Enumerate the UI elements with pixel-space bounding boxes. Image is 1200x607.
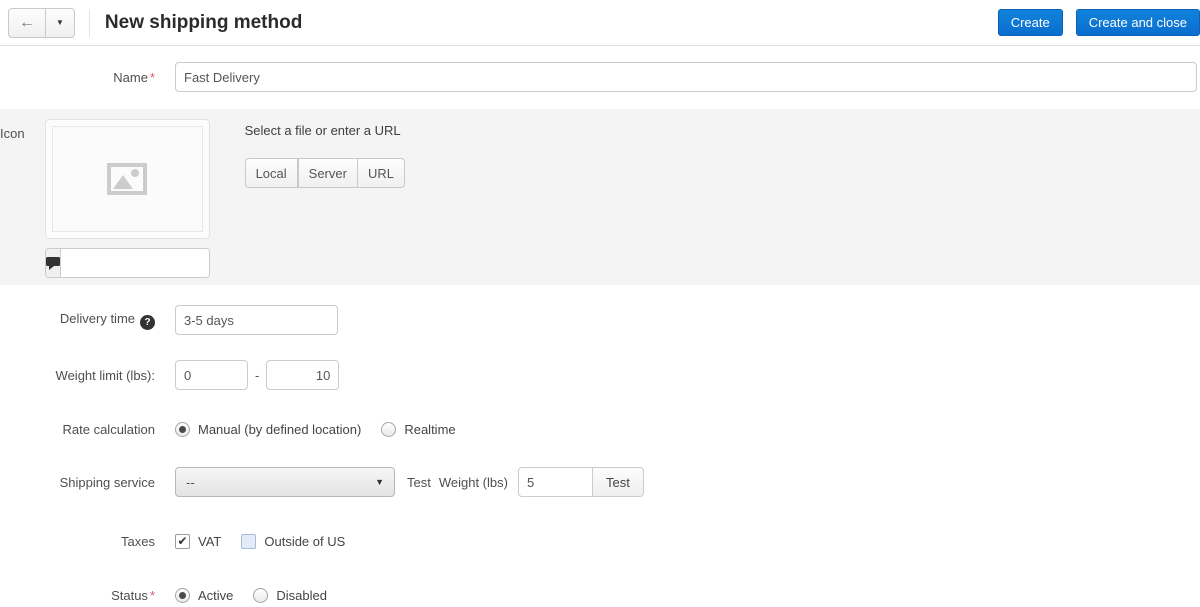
shipping-service-row: Shipping service -- ▼ Test Weight (lbs) … — [0, 467, 1200, 497]
back-button[interactable]: ← — [8, 8, 46, 38]
radio-manual[interactable] — [175, 422, 190, 437]
back-arrow-icon: ← — [19, 15, 35, 31]
top-toolbar: ← ▼ New shipping method Create Create an… — [0, 0, 1200, 46]
rate-calculation-label: Rate calculation — [0, 422, 155, 437]
rate-option-realtime: Realtime — [381, 422, 455, 437]
shipping-service-select[interactable]: -- ▼ — [175, 467, 395, 497]
weight-limit-label: Weight limit (lbs): — [0, 368, 155, 383]
chevron-down-icon: ▼ — [56, 19, 64, 27]
selected-option: -- — [186, 475, 195, 490]
delivery-time-label: Delivery time? — [0, 311, 155, 330]
radio-disabled[interactable] — [253, 588, 268, 603]
icon-alt-text-group — [45, 248, 210, 278]
taxes-row: Taxes ✔ VAT ✔ Outside of US — [0, 534, 1200, 549]
comment-icon — [46, 257, 60, 270]
create-button[interactable]: Create — [998, 9, 1063, 36]
delivery-time-input[interactable] — [175, 305, 338, 335]
radio-realtime[interactable] — [381, 422, 396, 437]
icon-alt-text-input[interactable] — [61, 249, 210, 277]
range-separator: - — [255, 368, 259, 383]
name-field-row: Name* — [0, 46, 1200, 109]
test-weight-label: Weight (lbs) — [439, 475, 508, 490]
tab-local[interactable]: Local — [245, 158, 298, 188]
test-label: Test — [407, 475, 431, 490]
outside-us-checkbox[interactable]: ✔ — [241, 534, 256, 549]
tab-url[interactable]: URL — [358, 158, 405, 188]
back-dropdown-button[interactable]: ▼ — [46, 8, 75, 38]
status-option-disabled: Disabled — [253, 588, 327, 603]
page-title: New shipping method — [105, 12, 302, 34]
test-weight-group: Test — [518, 467, 644, 497]
vat-checkbox[interactable]: ✔ — [175, 534, 190, 549]
radio-active[interactable] — [175, 588, 190, 603]
weight-max-input[interactable] — [266, 360, 339, 390]
tab-server[interactable]: Server — [298, 158, 358, 188]
create-and-close-button[interactable]: Create and close — [1076, 9, 1200, 36]
uploader-prompt: Select a file or enter a URL — [245, 123, 405, 138]
required-asterisk: * — [150, 588, 155, 603]
test-weight-input[interactable] — [518, 467, 593, 497]
status-row: Status* Active Disabled — [0, 588, 1200, 603]
toolbar-actions: Create Create and close — [985, 9, 1200, 36]
required-asterisk: * — [150, 70, 155, 85]
test-button[interactable]: Test — [593, 467, 644, 497]
tax-option-vat: ✔ VAT — [175, 534, 221, 549]
image-placeholder-icon — [106, 162, 148, 196]
shipping-service-label: Shipping service — [0, 475, 155, 490]
taxes-label: Taxes — [0, 534, 155, 549]
tax-option-outside-us: ✔ Outside of US — [241, 534, 345, 549]
weight-min-input[interactable] — [175, 360, 248, 390]
icon-section: Icon Select a file or enter a — [0, 109, 1200, 285]
name-label: Name* — [0, 70, 155, 85]
rate-calculation-row: Rate calculation Manual (by defined loca… — [0, 422, 1200, 437]
name-input[interactable] — [175, 62, 1197, 92]
delivery-time-row: Delivery time? — [0, 305, 1200, 335]
status-label: Status* — [0, 588, 155, 603]
icon-label: Icon — [0, 119, 25, 285]
help-icon[interactable]: ? — [140, 315, 155, 330]
rate-option-manual: Manual (by defined location) — [175, 422, 361, 437]
select-caret-icon: ▼ — [375, 477, 384, 487]
weight-limit-row: Weight limit (lbs): - — [0, 360, 1200, 390]
back-button-group: ← ▼ — [8, 8, 75, 38]
status-option-active: Active — [175, 588, 233, 603]
uploader-source-tabs: Local Server URL — [245, 158, 405, 188]
toolbar-divider — [89, 9, 90, 37]
icon-upload-dropzone[interactable] — [45, 119, 210, 239]
